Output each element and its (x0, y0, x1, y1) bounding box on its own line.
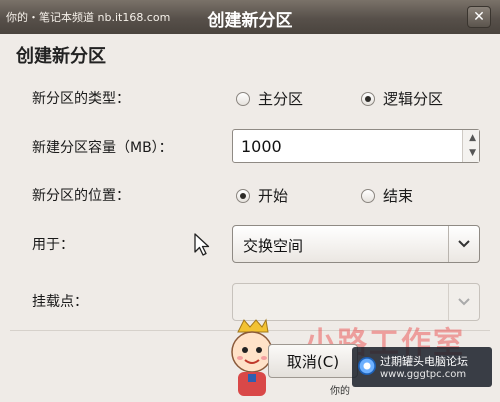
radio-logical-partition[interactable]: 逻辑分区 (361, 88, 443, 109)
forum-logo-icon (358, 357, 376, 375)
forum-watermark: 过期罐头电脑论坛 www.gggtpc.com (352, 347, 492, 387)
radio-label: 结束 (383, 187, 414, 205)
radio-label: 逻辑分区 (383, 90, 444, 108)
radio-label: 开始 (258, 187, 289, 205)
spin-down-icon[interactable]: ▼ (469, 149, 476, 158)
cancel-label: 取消(C) (286, 352, 340, 371)
partition-type-label: 新分区的类型： (32, 91, 130, 107)
spin-up-icon[interactable]: ▲ (469, 134, 476, 143)
radio-location-end[interactable]: 结束 (361, 185, 413, 206)
radio-location-start[interactable]: 开始 (236, 185, 288, 206)
close-button[interactable]: ✕ (467, 6, 491, 28)
radio-primary-partition[interactable]: 主分区 (236, 88, 303, 109)
partition-location-label: 新分区的位置： (32, 188, 130, 204)
close-icon: ✕ (473, 9, 485, 25)
use-as-combobox[interactable]: 交换空间 (232, 225, 480, 263)
partition-size-spinbox[interactable]: 1000 ▲ ▼ (232, 129, 480, 163)
mount-point-label: 挂载点： (32, 294, 88, 310)
chevron-down-icon[interactable] (448, 284, 479, 320)
radio-button-checked[interactable] (236, 188, 250, 203)
radio-button-checked[interactable] (361, 91, 375, 106)
use-as-label: 用于： (32, 237, 74, 253)
dialog-heading: 创建新分区 (16, 46, 106, 67)
partition-size-label: 新建分区容量（MB）： (32, 140, 173, 156)
cancel-button[interactable]: 取消(C) (268, 344, 358, 378)
window-title: 创建新分区 (207, 11, 293, 31)
watermark-bottom-text: 你的 (330, 386, 350, 397)
use-as-value: 交换空间 (243, 237, 304, 255)
spin-buttons[interactable]: ▲ ▼ (462, 130, 479, 162)
partition-size-value[interactable]: 1000 (241, 137, 282, 156)
radio-label: 主分区 (258, 90, 304, 108)
forum-url: www.gggtpc.com (380, 369, 467, 380)
forum-name: 过期罐头电脑论坛 (380, 355, 468, 368)
radio-button[interactable] (236, 91, 250, 106)
mouse-pointer-icon (194, 233, 210, 256)
radio-button[interactable] (361, 188, 375, 203)
mount-point-combobox[interactable] (232, 283, 480, 321)
chevron-down-icon[interactable] (448, 226, 479, 262)
title-bar: 你的・笔记本频道 nb.it168.com 创建新分区 ✕ (0, 0, 500, 34)
